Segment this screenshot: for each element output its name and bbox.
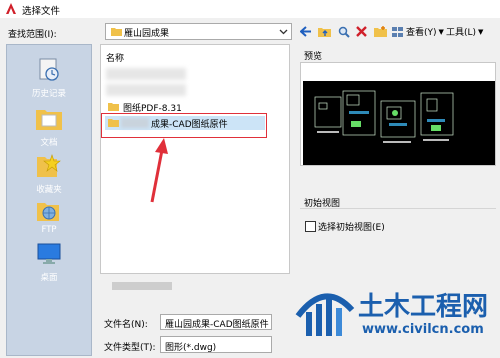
views-label: 查看(Y) [406, 28, 437, 38]
documents-icon [36, 110, 62, 130]
ftp-icon [37, 203, 59, 221]
filetype-dropdown[interactable]: 图形(*.dwg) [160, 336, 272, 353]
place-favorites[interactable]: 收藏夹 [7, 149, 91, 195]
scrollbar-thumb[interactable] [112, 282, 172, 290]
views-icon [392, 26, 403, 37]
desktop-icon [37, 243, 61, 264]
place-label: 收藏夹 [36, 185, 62, 195]
place-documents[interactable]: 文档 [7, 102, 91, 148]
lookin-value: 雁山园成果 [124, 29, 170, 39]
preview-panel [300, 62, 496, 166]
tools-label: 工具(L) [446, 28, 477, 38]
places-bar: 历史记录 文档 收藏夹 FTP 桌面 [6, 44, 92, 356]
annotation-arrow-icon [150, 138, 168, 203]
place-label: FTP [41, 225, 57, 235]
place-label: 桌面 [40, 273, 58, 283]
title-bar: 选择文件 [0, 0, 500, 18]
up-folder-icon[interactable] [318, 23, 331, 40]
column-header-name[interactable]: 名称 [106, 51, 124, 64]
preview-label: 预览 [304, 52, 323, 62]
folder-icon [111, 28, 122, 36]
watermark-brand: 土木工程网 [358, 292, 489, 322]
horizontal-scrollbar[interactable] [100, 280, 290, 292]
filename-label: 文件名(N): [104, 320, 148, 330]
filetype-label: 文件类型(T): [104, 343, 156, 353]
annotation-highlight-box [101, 113, 267, 138]
place-label: 文档 [40, 138, 58, 148]
blurred-row [106, 84, 186, 96]
initial-view-checkbox[interactable] [305, 221, 316, 232]
new-folder-icon[interactable] [374, 23, 387, 40]
window-title: 选择文件 [22, 6, 61, 17]
favorites-icon [37, 154, 61, 177]
delete-icon[interactable] [356, 23, 367, 40]
lookin-label: 查找范围(I): [8, 30, 57, 40]
filename-input[interactable]: 雁山园成果-CAD图纸原件 [160, 314, 272, 330]
search-web-icon[interactable] [338, 23, 350, 40]
chevron-down-icon: ▼ [478, 27, 484, 36]
chevron-down-icon: ▼ [438, 27, 444, 36]
tools-button[interactable]: 工具(L) ▼ [446, 23, 483, 40]
autocad-logo-icon [6, 3, 16, 14]
watermark: 土木工程网 www.civilcn.com [288, 280, 500, 358]
place-desktop[interactable]: 桌面 [7, 239, 91, 283]
watermark-url: www.civilcn.com [362, 322, 484, 337]
history-icon [39, 58, 59, 81]
views-button[interactable]: 查看(Y) ▼ [392, 23, 444, 40]
place-ftp[interactable]: FTP [7, 195, 91, 239]
lookin-dropdown[interactable]: 雁山园成果 [105, 23, 292, 40]
civilcn-logo [295, 293, 355, 336]
list-item[interactable]: 图纸PDF-8.31 [105, 100, 255, 114]
place-history[interactable]: 历史记录 [7, 53, 91, 99]
place-label: 历史记录 [31, 89, 66, 99]
divider [300, 208, 496, 209]
folder-icon [108, 103, 119, 111]
blurred-row [106, 68, 186, 80]
chevron-down-icon[interactable] [278, 26, 289, 37]
back-icon[interactable] [300, 23, 312, 40]
initial-view-checkbox-label[interactable]: 选择初始视图(E) [318, 220, 385, 233]
drawing-thumbnail [303, 81, 495, 165]
toolbar: 查看(Y) ▼ 工具(L) ▼ [298, 23, 498, 40]
